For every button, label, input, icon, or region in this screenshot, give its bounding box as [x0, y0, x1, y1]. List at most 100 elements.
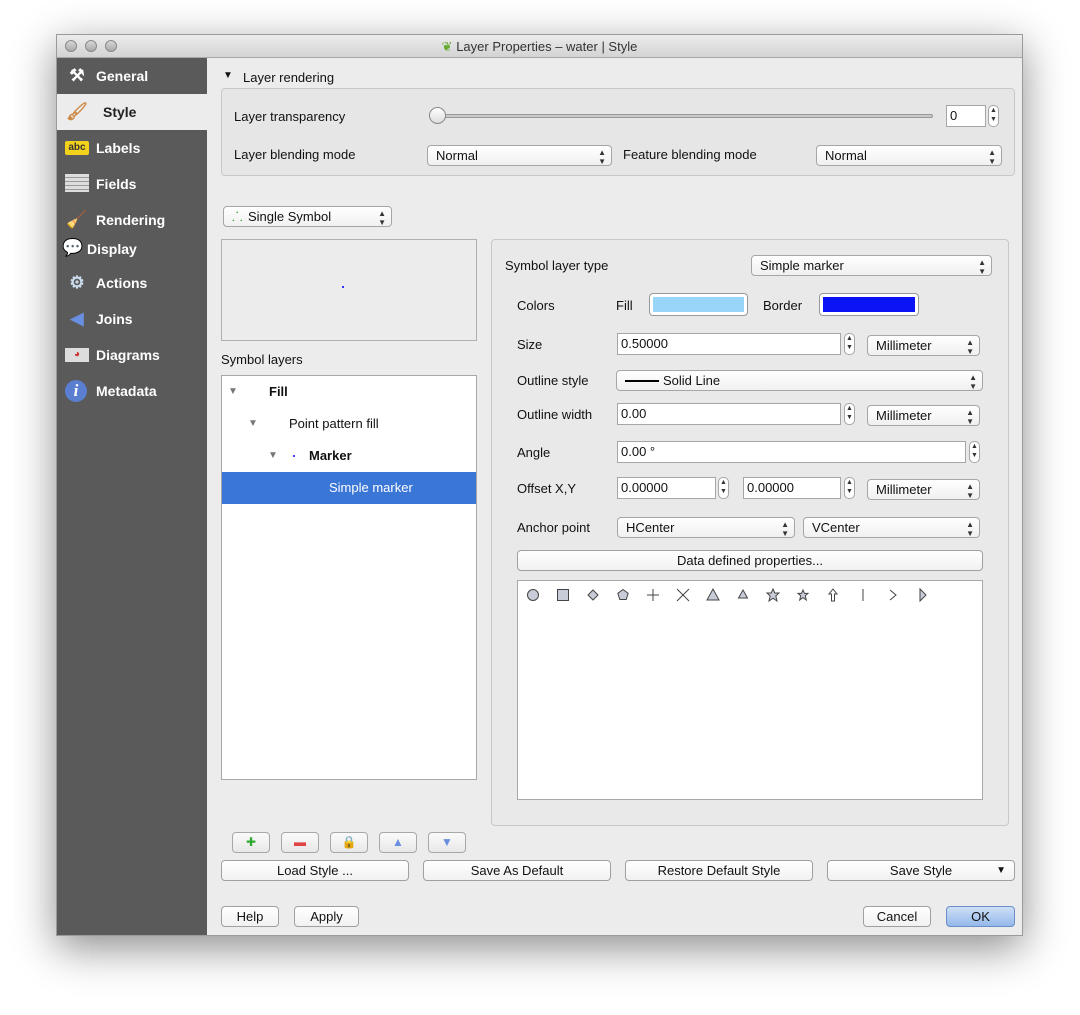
- lock-layer-button[interactable]: 🔒: [330, 832, 368, 853]
- tree-item-point-pattern-fill[interactable]: ▼ Point pattern fill: [222, 408, 476, 440]
- shape-star-icon[interactable]: [765, 587, 781, 603]
- transparency-input[interactable]: 0: [946, 105, 986, 127]
- offset-unit-select[interactable]: Millimeter ▲ ▼: [867, 479, 980, 500]
- diagram-icon: ◕: [65, 348, 89, 362]
- outline-width-label: Outline width: [517, 407, 593, 422]
- sidebar-item-diagrams[interactable]: ◕ Diagrams: [57, 337, 207, 373]
- shape-arrowhead-icon[interactable]: [889, 589, 897, 601]
- symbol-layers-tree[interactable]: ▼ Fill ▼ Point pattern fill ▼ Marker Simple…: [221, 375, 477, 780]
- shape-x-icon[interactable]: [676, 588, 690, 602]
- outline-width-spinner[interactable]: ▲ ▼: [844, 403, 855, 425]
- size-unit-select[interactable]: Millimeter ▲ ▼: [867, 335, 980, 356]
- apply-button[interactable]: Apply: [294, 906, 359, 927]
- save-style-button[interactable]: Save Style ▼: [827, 860, 1015, 881]
- dropdown-arrow-icon: ▼: [996, 865, 1006, 876]
- updown-arrows-icon: ▲ ▼: [966, 482, 974, 500]
- outline-style-select[interactable]: Solid Line ▲ ▼: [616, 370, 983, 391]
- shape-filled-arrowhead-icon[interactable]: [919, 587, 927, 603]
- cancel-button[interactable]: Cancel: [863, 906, 931, 927]
- fill-color-swatch: [653, 297, 744, 312]
- shape-square-icon[interactable]: [557, 589, 569, 601]
- anchor-h-select[interactable]: HCenter ▲ ▼: [617, 517, 795, 538]
- marker-shape-list[interactable]: [517, 580, 983, 800]
- title-bar: ❦ Layer Properties – water | Style: [57, 35, 1022, 58]
- sidebar-item-display[interactable]: 💬 Display: [57, 233, 207, 265]
- move-down-button[interactable]: ▼: [428, 832, 466, 853]
- updown-arrows-icon: ▲ ▼: [781, 520, 789, 538]
- table-icon: [65, 174, 89, 192]
- shape-triangle-icon[interactable]: [706, 587, 720, 601]
- offset-y-input[interactable]: 0.00000: [743, 477, 841, 499]
- move-up-button[interactable]: ▲: [379, 832, 417, 853]
- sidebar-item-label: Diagrams: [96, 347, 160, 363]
- updown-arrows-icon: ▲ ▼: [966, 338, 974, 356]
- minimize-window-button[interactable]: [85, 40, 97, 52]
- tree-item-label: Marker: [309, 448, 352, 463]
- size-spinner[interactable]: ▲ ▼: [844, 333, 855, 355]
- tree-item-simple-marker[interactable]: Simple marker: [222, 472, 476, 504]
- feature-blending-select[interactable]: Normal ▲ ▼: [816, 145, 1002, 166]
- border-color-swatch: [823, 297, 915, 312]
- angle-spinner[interactable]: ▲ ▼: [969, 441, 980, 463]
- shape-pentagon-icon[interactable]: [617, 588, 629, 600]
- ok-button[interactable]: OK: [946, 906, 1015, 927]
- size-label: Size: [517, 337, 543, 352]
- expand-triangle-icon[interactable]: ▼: [268, 440, 278, 472]
- anchor-v-select[interactable]: VCenter ▲ ▼: [803, 517, 980, 538]
- shape-diamond-icon[interactable]: [587, 589, 599, 601]
- expand-triangle-icon[interactable]: ▼: [248, 408, 258, 440]
- size-input[interactable]: 0.50000: [617, 333, 841, 355]
- fill-label: Fill: [616, 298, 633, 313]
- transparency-slider[interactable]: [429, 114, 933, 118]
- close-window-button[interactable]: [65, 40, 77, 52]
- shape-equilateral-triangle-icon[interactable]: [737, 588, 749, 599]
- solid-line-icon: [625, 380, 659, 382]
- transparency-slider-handle[interactable]: [429, 107, 446, 124]
- angle-input[interactable]: 0.00 °: [617, 441, 966, 463]
- qgis-icon: ❦: [441, 39, 453, 54]
- sidebar-item-style[interactable]: 🖌 Style: [57, 94, 207, 130]
- shape-circle-icon[interactable]: [527, 589, 539, 601]
- feature-blending-label: Feature blending mode: [623, 147, 757, 162]
- restore-default-style-button[interactable]: Restore Default Style: [625, 860, 813, 881]
- blending-mode-select[interactable]: Normal ▲ ▼: [427, 145, 612, 166]
- data-defined-properties-button[interactable]: Data defined properties...: [517, 550, 983, 571]
- border-color-button[interactable]: [819, 293, 919, 316]
- paintbrush-icon: 🖌: [66, 102, 88, 121]
- collapse-triangle-icon[interactable]: ▼: [223, 70, 233, 81]
- updown-arrows-icon: ▲ ▼: [598, 148, 606, 166]
- blending-label: Layer blending mode: [234, 147, 356, 162]
- shape-cross-icon[interactable]: [647, 589, 659, 601]
- sidebar-item-general[interactable]: ⚒ General: [57, 58, 207, 94]
- outline-style-value: Solid Line: [663, 373, 721, 388]
- sidebar-item-label: Actions: [96, 275, 148, 291]
- sidebar-item-fields[interactable]: Fields: [57, 166, 207, 202]
- symbol-layer-type-select[interactable]: Simple marker ▲ ▼: [751, 255, 992, 276]
- shape-regular-star-icon[interactable]: [796, 588, 810, 602]
- tree-item-marker[interactable]: ▼ Marker: [222, 440, 476, 472]
- outline-width-input[interactable]: 0.00: [617, 403, 841, 425]
- add-layer-button[interactable]: ✚: [232, 832, 270, 853]
- offset-x-spinner[interactable]: ▲ ▼: [718, 477, 729, 499]
- save-as-default-button[interactable]: Save As Default: [423, 860, 611, 881]
- fill-color-button[interactable]: [649, 293, 748, 316]
- remove-layer-button[interactable]: ▬: [281, 832, 319, 853]
- offset-y-spinner[interactable]: ▲ ▼: [844, 477, 855, 499]
- feature-blending-value: Normal: [825, 148, 867, 163]
- zoom-window-button[interactable]: [105, 40, 117, 52]
- transparency-spinner[interactable]: ▲ ▼: [988, 105, 999, 127]
- shape-arrow-icon[interactable]: [827, 588, 839, 602]
- sidebar-item-labels[interactable]: abc Labels: [57, 130, 207, 166]
- expand-triangle-icon[interactable]: ▼: [228, 376, 238, 408]
- offset-x-input[interactable]: 0.00000: [617, 477, 716, 499]
- outline-width-unit-select[interactable]: Millimeter ▲ ▼: [867, 405, 980, 426]
- renderer-select[interactable]: ⸫ Single Symbol ▲ ▼: [223, 206, 392, 227]
- load-style-button[interactable]: Load Style ...: [221, 860, 409, 881]
- brush-icon: 🧹: [66, 210, 88, 229]
- marker-preview-icon: [293, 455, 295, 457]
- tree-item-fill[interactable]: ▼ Fill: [222, 376, 476, 408]
- sidebar-item-actions[interactable]: ⚙ Actions: [57, 265, 207, 301]
- sidebar-item-metadata[interactable]: i Metadata: [57, 373, 207, 409]
- sidebar-item-joins[interactable]: ◀ Joins: [57, 301, 207, 337]
- help-button[interactable]: Help: [221, 906, 279, 927]
